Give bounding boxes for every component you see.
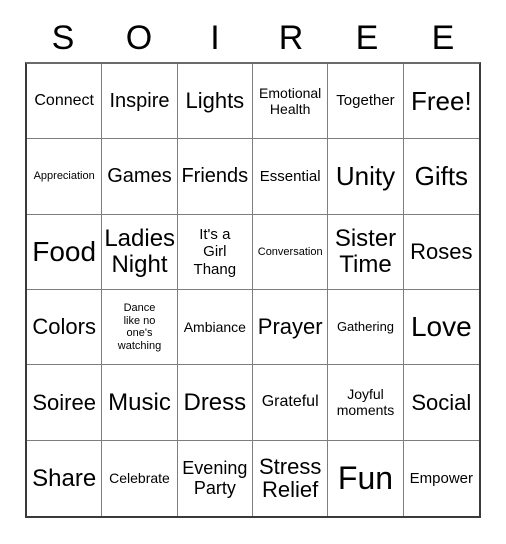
bingo-cell-label: Stress Relief — [258, 453, 322, 503]
bingo-cell-label: Music — [108, 388, 171, 416]
bingo-cell[interactable]: Emotional Health — [253, 64, 329, 140]
bingo-header: SOIREE — [25, 14, 481, 62]
bingo-cell[interactable]: Share — [27, 440, 103, 516]
bingo-cell[interactable]: Games — [102, 139, 178, 215]
bingo-cell[interactable]: Celebrate — [102, 440, 178, 516]
bingo-cell[interactable]: Gathering — [328, 290, 404, 366]
bingo-cell-label: Ladies Night — [104, 225, 176, 278]
bingo-cell-label: Appreciation — [33, 170, 95, 183]
bingo-cell-label: Love — [410, 310, 472, 342]
bingo-cell-label: Connect — [34, 92, 94, 110]
bingo-cell[interactable]: Conversation — [253, 214, 329, 290]
bingo-cell-label: Evening Party — [182, 458, 248, 499]
bingo-cell-label: Soiree — [32, 389, 96, 415]
bingo-cell[interactable]: Soiree — [27, 365, 103, 441]
bingo-cell[interactable]: Sister Time — [328, 214, 404, 290]
bingo-cell[interactable]: Social — [403, 365, 479, 441]
bingo-cell-label: Empower — [409, 469, 473, 487]
header-letter-4: E — [355, 19, 379, 57]
bingo-cell-label: Games — [107, 165, 172, 188]
bingo-cell[interactable]: Love — [403, 290, 479, 366]
bingo-cell[interactable]: Connect — [27, 64, 103, 140]
bingo-cell[interactable]: Prayer — [253, 290, 329, 366]
bingo-cell-label: Free! — [410, 85, 472, 116]
bingo-cell-label: Joyful moments — [336, 386, 395, 419]
bingo-cell[interactable]: Unity — [328, 139, 404, 215]
bingo-cell[interactable]: It's a Girl Thang — [177, 214, 253, 290]
bingo-cell-label: Social — [411, 389, 472, 415]
bingo-cell[interactable]: Ambiance — [177, 290, 253, 366]
bingo-cell[interactable]: Food — [27, 214, 103, 290]
bingo-cell-label: Dress — [183, 388, 247, 416]
bingo-cell-label: Essential — [259, 167, 321, 185]
bingo-cell[interactable]: Roses — [403, 214, 479, 290]
bingo-cell[interactable]: Joyful moments — [328, 365, 404, 441]
bingo-cell-label: Roses — [410, 238, 473, 264]
bingo-cell-label: Sister Time — [334, 225, 397, 278]
bingo-cell[interactable]: Dance like no one's watching — [102, 290, 178, 366]
bingo-cell[interactable]: Lights — [177, 64, 253, 140]
bingo-cell[interactable]: Music — [102, 365, 178, 441]
bingo-cell[interactable]: Essential — [253, 139, 329, 215]
bingo-cell-label: Grateful — [261, 393, 319, 411]
bingo-cell[interactable]: Empower — [403, 440, 479, 516]
header-letter-3: R — [278, 19, 304, 57]
header-letter-2: I — [210, 19, 220, 57]
bingo-cell-label: Share — [32, 464, 97, 492]
bingo-cell[interactable]: Gifts — [403, 139, 479, 215]
bingo-cell[interactable]: Friends — [177, 139, 253, 215]
bingo-cell[interactable]: Stress Relief — [253, 440, 329, 516]
bingo-cell[interactable]: Evening Party — [177, 440, 253, 516]
bingo-cell-label: Prayer — [257, 314, 323, 340]
bingo-cell-label: Fun — [337, 460, 394, 497]
header-letter-0: S — [51, 19, 75, 57]
bingo-cell-label: Lights — [185, 88, 245, 114]
bingo-cell[interactable]: Inspire — [102, 64, 178, 140]
bingo-cell-label: Friends — [181, 165, 249, 188]
bingo-cell-label: Celebrate — [109, 470, 170, 487]
bingo-cell-label: Together — [336, 92, 395, 110]
bingo-cell[interactable]: Dress — [177, 365, 253, 441]
bingo-grid: Connect Inspire Lights Emotional Health Toge… — [25, 62, 481, 518]
bingo-cell[interactable]: Together — [328, 64, 404, 140]
bingo-cell-label: Food — [32, 235, 97, 267]
bingo-cell[interactable]: Ladies Night — [102, 214, 178, 290]
bingo-cell[interactable]: Colors — [27, 290, 103, 366]
header-letter-5: E — [431, 19, 455, 57]
bingo-cell-label: Colors — [32, 314, 96, 340]
bingo-cell[interactable]: Appreciation — [27, 139, 103, 215]
bingo-cell-label: It's a Girl Thang — [193, 225, 237, 278]
bingo-cell-label: Inspire — [109, 90, 170, 113]
bingo-cell[interactable]: Grateful — [253, 365, 329, 441]
bingo-cell-label: Dance like no one's watching — [117, 302, 162, 352]
bingo-cell-label: Emotional Health — [259, 84, 322, 118]
bingo-cell[interactable]: Fun — [328, 440, 404, 516]
bingo-cell-label: Conversation — [257, 245, 323, 258]
bingo-cell-label: Gathering — [336, 318, 395, 334]
bingo-cell[interactable]: Free! — [403, 64, 479, 140]
header-letter-1: O — [125, 19, 153, 57]
bingo-card: S O I R E E Connect Inspire Lights Emotional Hea… — [0, 0, 506, 544]
bingo-cell-label: Unity — [335, 160, 396, 191]
bingo-cell-label: Ambiance — [183, 319, 246, 336]
bingo-cell-label: Gifts — [414, 160, 469, 191]
